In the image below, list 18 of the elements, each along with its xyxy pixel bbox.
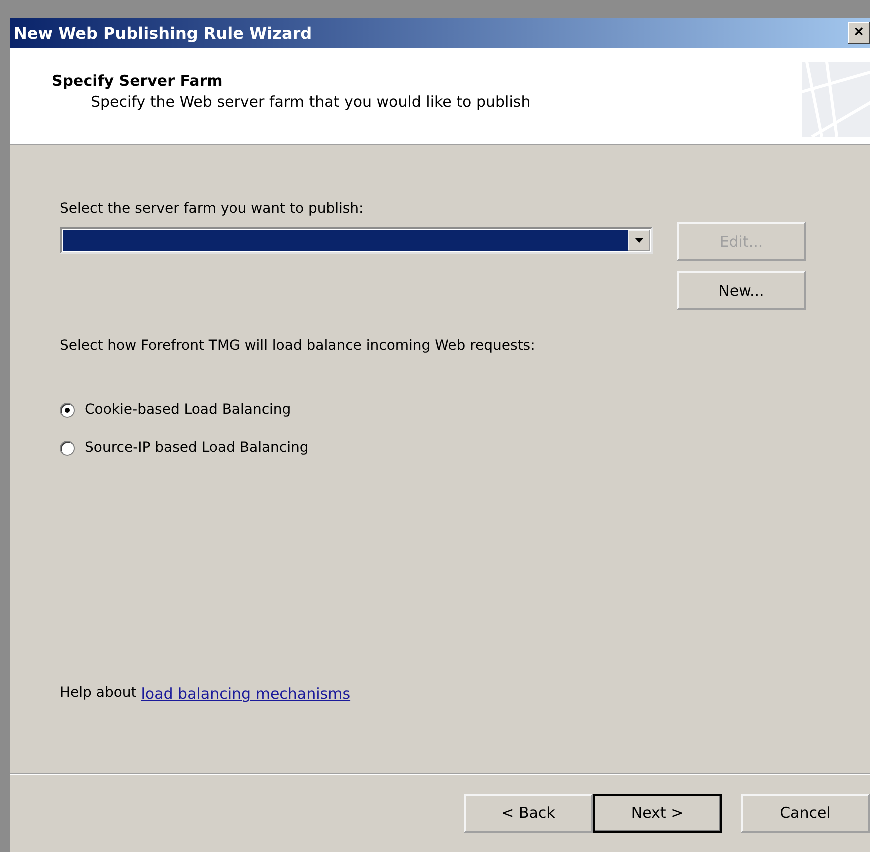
radio-label: Source-IP based Load Balancing bbox=[85, 440, 309, 456]
new-button[interactable]: New... bbox=[677, 271, 806, 310]
radio-button[interactable] bbox=[60, 440, 75, 456]
cancel-button[interactable]: Cancel bbox=[741, 794, 870, 832]
page-title: Specify Server Farm bbox=[52, 72, 224, 90]
radio-label: Cookie-based Load Balancing bbox=[85, 402, 292, 418]
back-button[interactable]: < Back bbox=[464, 794, 593, 832]
farm-label: Select the server farm you want to publish: bbox=[60, 201, 365, 217]
help-link[interactable]: load balancing mechanisms bbox=[141, 685, 351, 703]
window-title: New Web Publishing Rule Wizard bbox=[14, 24, 312, 42]
balance-label: Select how Forefront TMG will load balance incoming Web requests: bbox=[60, 338, 536, 354]
page-subtitle: Specify the Web server farm that you would like to publish bbox=[90, 93, 531, 111]
help-text: Help about bbox=[60, 685, 138, 703]
next-button[interactable]: Next > bbox=[593, 794, 722, 832]
radio-button[interactable] bbox=[60, 402, 75, 418]
server-farm-dropdown[interactable] bbox=[60, 227, 653, 254]
close-button[interactable]: × bbox=[848, 22, 870, 44]
dropdown-arrow-icon bbox=[634, 238, 644, 243]
